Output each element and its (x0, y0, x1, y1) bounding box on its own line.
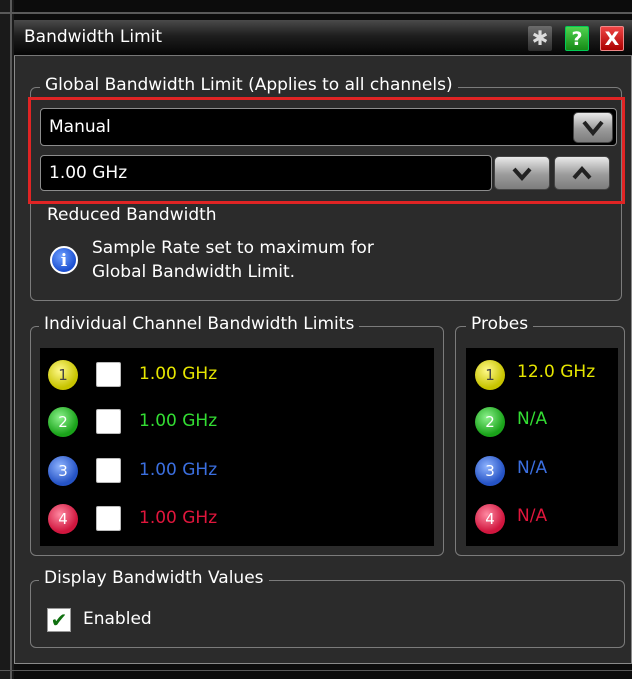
chevron-down-icon (512, 167, 532, 182)
bandwidth-mode-value: Manual (49, 117, 111, 137)
bandwidth-mode-dropdown-button[interactable] (573, 112, 613, 143)
background-grid-line (10, 0, 12, 679)
channel-2-badge: 2 (48, 407, 78, 437)
channel-4-value: 1.00 GHz (139, 508, 218, 528)
dialog-title: Bandwidth Limit (24, 27, 163, 47)
channel-4-badge: 4 (48, 504, 78, 534)
settings-gear-icon[interactable]: ✱ (528, 26, 552, 51)
bandwidth-mode-select[interactable]: Manual (40, 108, 617, 146)
individual-channel-group-label: Individual Channel Bandwidth Limits (39, 314, 360, 334)
close-button[interactable]: X (600, 26, 624, 51)
probe-2-badge: 2 (475, 407, 505, 437)
help-button[interactable]: ? (565, 26, 589, 51)
chevron-up-icon (572, 165, 592, 180)
chevron-down-icon (582, 120, 604, 137)
enabled-checkbox[interactable]: ✔ (47, 608, 71, 632)
background-grid-line (0, 12, 632, 14)
channel-2-value: 1.00 GHz (139, 411, 218, 431)
probe-4-badge: 4 (475, 504, 505, 534)
bandwidth-decrease-button[interactable] (494, 156, 550, 190)
channel-1-value: 1.00 GHz (139, 364, 218, 384)
probe-4-value: N/A (517, 506, 548, 526)
info-icon: i (50, 246, 78, 274)
display-bandwidth-group-label: Display Bandwidth Values (39, 568, 269, 588)
background-grid-line (0, 670, 632, 671)
bandwidth-increase-button[interactable] (554, 156, 610, 190)
channel-3-value: 1.00 GHz (139, 460, 218, 480)
probe-1-badge: 1 (475, 360, 505, 390)
channel-1-badge: 1 (48, 360, 78, 390)
channel-3-checkbox[interactable] (96, 458, 121, 483)
probe-3-badge: 3 (475, 456, 505, 486)
reduced-bandwidth-label: Reduced Bandwidth (47, 205, 217, 225)
channel-3-badge: 3 (48, 456, 78, 486)
info-message-line1: Sample Rate set to maximum for (92, 238, 374, 258)
enabled-label: Enabled (83, 609, 152, 629)
channel-4-checkbox[interactable] (96, 506, 121, 531)
bandwidth-limit-value: 1.00 GHz (49, 163, 128, 183)
channel-2-checkbox[interactable] (96, 409, 121, 434)
bandwidth-limit-field[interactable]: 1.00 GHz (40, 155, 492, 191)
global-bandwidth-group-label: Global Bandwidth Limit (Applies to all c… (40, 75, 458, 95)
info-message-line2: Global Bandwidth Limit. (92, 262, 296, 282)
probe-3-value: N/A (517, 458, 548, 478)
channel-1-checkbox[interactable] (96, 362, 121, 387)
probe-2-value: N/A (517, 409, 548, 429)
probes-group-label: Probes (466, 314, 534, 334)
probe-1-value: 12.0 GHz (517, 362, 596, 382)
